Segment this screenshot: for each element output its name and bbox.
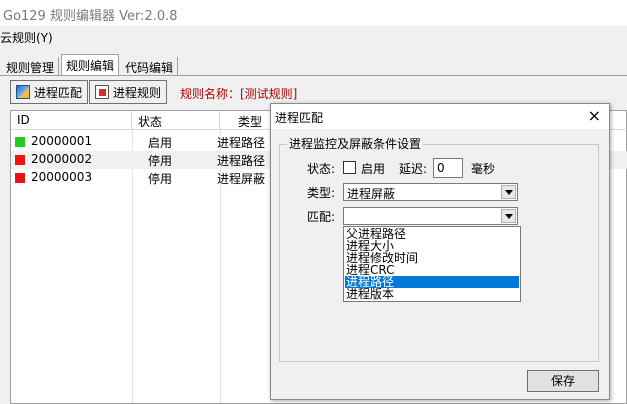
column-header-id[interactable]: ID	[11, 111, 132, 130]
status-color-icon	[15, 173, 25, 183]
tab-rule-edit[interactable]: 规则编辑	[61, 54, 120, 76]
process-rule-button-label: 进程规则	[113, 85, 162, 100]
tab-divider	[0, 75, 627, 76]
type-label: 类型:	[307, 186, 336, 200]
title-bar: Go129 规则编辑器 Ver:2.0.8	[0, 0, 627, 26]
match-option[interactable]: 父进程路径	[345, 228, 519, 240]
match-option[interactable]: 进程版本	[345, 288, 519, 300]
dialog-title-bar: 进程匹配 ×	[271, 104, 609, 129]
delay-label: 延迟:	[399, 162, 428, 176]
process-rule-icon	[95, 85, 109, 99]
chevron-down-icon[interactable]	[501, 185, 516, 199]
row-id: 20000002	[31, 152, 93, 166]
row-status: 停用	[148, 154, 173, 168]
column-header-status[interactable]: 状态	[132, 111, 220, 130]
delay-input[interactable]: 0	[433, 158, 463, 178]
enabled-checkbox[interactable]	[343, 161, 356, 174]
group-title: 进程监控及屏蔽条件设置	[287, 135, 424, 152]
process-rule-button[interactable]: 进程规则	[89, 80, 168, 104]
delay-unit-label: 毫秒	[471, 162, 496, 176]
row-type: 进程屏蔽	[217, 172, 266, 186]
row-id: 20000001	[31, 134, 93, 148]
menu-cloud-rules[interactable]: 云规则(Y)	[0, 29, 53, 46]
match-option[interactable]: 进程CRC	[345, 264, 519, 276]
save-button[interactable]: 保存	[527, 370, 599, 392]
match-option-highlighted[interactable]: 进程路径	[345, 276, 519, 288]
match-option[interactable]: 进程大小	[345, 240, 519, 252]
status-label: 状态:	[307, 162, 336, 176]
process-match-button[interactable]: 进程匹配	[10, 80, 89, 104]
row-status: 停用	[148, 172, 173, 186]
process-match-dialog: 进程匹配 × 进程监控及屏蔽条件设置 状态: 启用 延迟: 0 毫秒 类型: 进…	[270, 103, 610, 400]
enabled-label: 启用	[361, 162, 386, 176]
status-color-icon	[15, 155, 25, 165]
match-label: 匹配:	[307, 210, 336, 224]
row-type: 进程路径	[217, 154, 266, 168]
process-match-icon	[16, 85, 30, 99]
row-type: 进程路径	[217, 136, 266, 150]
process-match-button-label: 进程匹配	[34, 85, 83, 100]
type-select-value: 进程屏蔽	[347, 187, 396, 201]
tab-strip: 规则管理 规则编辑 代码编辑	[0, 54, 627, 76]
type-select[interactable]: 进程屏蔽	[343, 183, 518, 201]
app-title: Go129 规则编辑器 Ver:2.0.8	[3, 9, 178, 24]
rule-name-label: 规则名称：[测试规则]	[180, 87, 298, 101]
row-id: 20000003	[31, 170, 93, 184]
close-icon[interactable]: ×	[588, 106, 601, 126]
tab-rule-manage[interactable]: 规则管理	[2, 57, 60, 76]
match-dropdown-list[interactable]: 父进程路径 进程大小 进程修改时间 进程CRC 进程路径 进程版本	[343, 226, 521, 302]
tab-code-edit[interactable]: 代码编辑	[121, 57, 179, 76]
match-select[interactable]	[343, 207, 518, 225]
dialog-title: 进程匹配	[275, 111, 324, 125]
status-color-icon	[15, 137, 25, 147]
chevron-down-icon[interactable]	[501, 209, 516, 223]
match-option[interactable]: 进程修改时间	[345, 252, 519, 264]
row-status: 启用	[148, 136, 173, 150]
menu-bar: 云规则(Y)	[0, 26, 627, 46]
